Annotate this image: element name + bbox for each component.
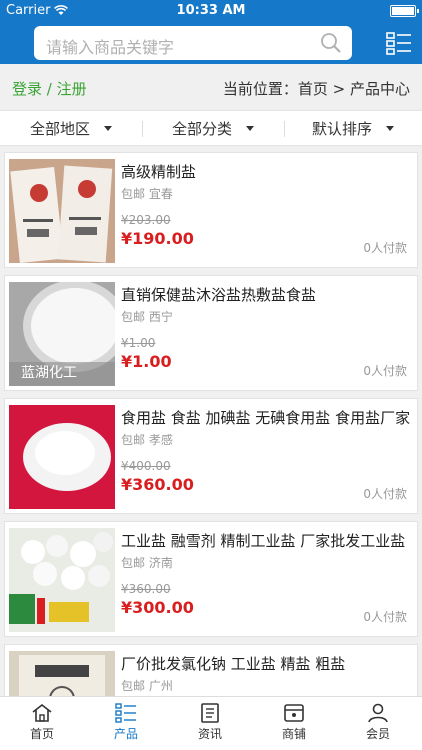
product-title: 工业盐 融雪剂 精制工业盐 厂家批发工业盐 (121, 532, 406, 550)
filter-region[interactable]: 全部地区 (0, 111, 142, 145)
product-title: 厂价批发氯化钠 工业盐 精盐 粗盐 (121, 655, 346, 673)
product-shipping: 包邮 孝感 (121, 433, 173, 447)
product-paid-count: 0人付款 (363, 610, 407, 624)
product-card[interactable]: 蓝湖化工 直销保健盐沐浴盐热敷盐食盐 包邮 西宁 ¥1.00 ¥1.00 0人付… (4, 275, 418, 391)
product-title: 食用盐 食盐 加碘盐 无碘食用盐 食用盐厂家 (121, 409, 411, 427)
filter-region-label: 全部地区 (29, 119, 90, 138)
product-image (9, 405, 115, 509)
product-paid-count: 0人付款 (363, 241, 407, 255)
tab-shops-label: 商铺 (281, 727, 306, 741)
product-card[interactable]: 高级精制盐 包邮 宜春 ¥203.00 ¥190.00 0人付款 (4, 152, 418, 268)
product-image (9, 651, 115, 696)
tab-home[interactable]: 首页 (0, 697, 84, 750)
header: 请输入商品关键字 (0, 22, 422, 64)
product-image (9, 159, 115, 263)
product-original-price: ¥1.00 (121, 336, 156, 350)
login-register-link[interactable]: 登录 / 注册 (12, 78, 87, 99)
status-bar: Carrier 10:33 AM (0, 0, 422, 22)
product-price: ¥190.00 (121, 229, 194, 248)
product-paid-count: 0人付款 (363, 364, 407, 378)
search-placeholder: 请输入商品关键字 (46, 38, 175, 57)
product-list-icon (115, 703, 136, 723)
product-title: 直销保健盐沐浴盐热敷盐食盐 (121, 286, 317, 304)
breadcrumb: 当前位置：首页 > 产品中心 (222, 80, 410, 98)
tab-shops[interactable]: 商铺 (252, 697, 336, 750)
product-paid-count: 0人付款 (363, 487, 407, 501)
product-shipping: 包邮 宜春 (121, 187, 173, 201)
user-icon (368, 703, 388, 723)
tab-news-label: 资讯 (197, 727, 222, 741)
filter-category[interactable]: 全部分类 (142, 111, 284, 145)
product-shipping: 包邮 济南 (121, 556, 173, 570)
product-list: 高级精制盐 包邮 宜春 ¥203.00 ¥190.00 0人付款 蓝湖化工 直销… (0, 148, 422, 696)
filter-category-label: 全部分类 (171, 119, 232, 138)
category-menu-icon[interactable] (386, 31, 412, 55)
news-icon (201, 703, 219, 723)
battery-icon (390, 5, 419, 17)
chevron-down-icon (246, 125, 254, 131)
tab-member[interactable]: 会员 (336, 697, 420, 750)
product-image: 蓝湖化工 (9, 282, 115, 386)
filter-sort-label: 默认排序 (311, 119, 372, 138)
tab-products[interactable]: 产品 (84, 697, 168, 750)
product-price: ¥360.00 (121, 475, 194, 494)
tab-news[interactable]: 资讯 (168, 697, 252, 750)
location-bar: 登录 / 注册 当前位置：首页 > 产品中心 (0, 64, 422, 110)
tab-products-label: 产品 (113, 727, 138, 741)
product-original-price: ¥360.00 (121, 582, 171, 596)
thumb-watermark-text: 蓝湖化工 (21, 365, 77, 381)
product-shipping: 包邮 广州 (121, 679, 173, 693)
product-original-price: ¥203.00 (121, 213, 171, 227)
search-icon[interactable] (320, 32, 342, 54)
filter-sort[interactable]: 默认排序 (284, 111, 422, 145)
search-input[interactable]: 请输入商品关键字 (34, 26, 352, 60)
home-icon (32, 703, 52, 722)
chevron-down-icon (386, 125, 394, 131)
bottom-tab-bar: 首页 产品 资讯 商铺 会员 (0, 696, 422, 750)
tab-member-label: 会员 (365, 727, 390, 741)
product-price: ¥300.00 (121, 598, 194, 617)
product-original-price: ¥400.00 (121, 459, 171, 473)
product-card[interactable]: 工业盐 融雪剂 精制工业盐 厂家批发工业盐 包邮 济南 ¥360.00 ¥300… (4, 521, 418, 637)
tab-home-label: 首页 (29, 727, 54, 741)
product-image (9, 528, 115, 632)
product-card[interactable]: 厂价批发氯化钠 工业盐 精盐 粗盐 包邮 广州 (4, 644, 418, 696)
product-shipping: 包邮 西宁 (121, 310, 173, 324)
product-price: ¥1.00 (121, 352, 172, 371)
store-icon (284, 704, 304, 722)
product-card[interactable]: 食用盐 食盐 加碘盐 无碘食用盐 食用盐厂家 包邮 孝感 ¥400.00 ¥36… (4, 398, 418, 514)
product-title: 高级精制盐 (121, 163, 197, 181)
filter-bar: 全部地区 全部分类 默认排序 (0, 110, 422, 146)
status-time: 10:33 AM (176, 3, 246, 18)
chevron-down-icon (104, 125, 112, 131)
